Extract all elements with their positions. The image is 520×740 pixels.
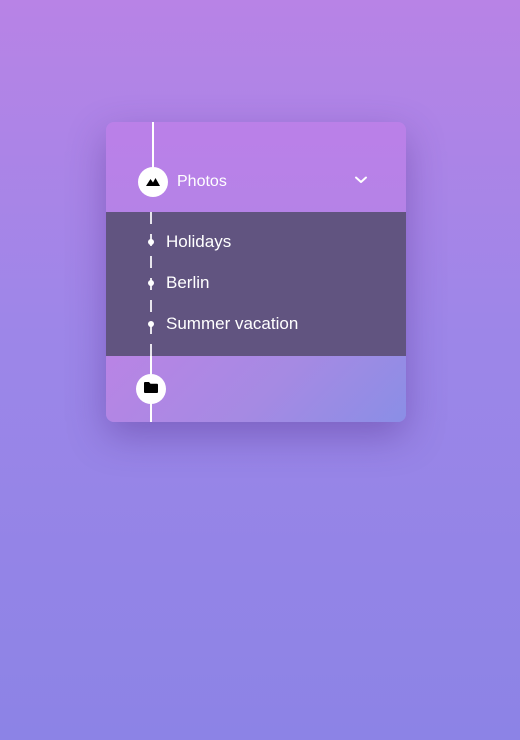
- bullet-dot: [148, 239, 154, 245]
- header-icon-circle: [138, 167, 168, 197]
- submenu-item-label: Holidays: [166, 232, 232, 251]
- submenu-item-label: Summer vacation: [166, 314, 299, 333]
- timeline-line: [152, 122, 154, 168]
- submenu-list: Holidays Berlin Summer vacation: [106, 212, 406, 356]
- bullet-dot: [148, 280, 154, 286]
- menu-header-label: Photos: [177, 173, 227, 190]
- mountain-icon: [146, 173, 160, 191]
- menu-footer-folder[interactable]: [106, 356, 406, 422]
- submenu-item-label: Berlin: [166, 273, 210, 292]
- bullet-dot: [148, 321, 154, 327]
- menu-header-photos[interactable]: Photos: [106, 122, 406, 212]
- submenu-item-berlin[interactable]: Berlin: [106, 268, 406, 298]
- folder-icon: [144, 380, 158, 398]
- submenu-item-summer-vacation[interactable]: Summer vacation: [106, 309, 406, 339]
- footer-icon-circle: [136, 374, 166, 404]
- submenu-item-holidays[interactable]: Holidays: [106, 227, 406, 257]
- chevron-down-icon[interactable]: [353, 172, 369, 188]
- menu-card: Photos Holidays Berlin Summer vacation: [106, 122, 406, 422]
